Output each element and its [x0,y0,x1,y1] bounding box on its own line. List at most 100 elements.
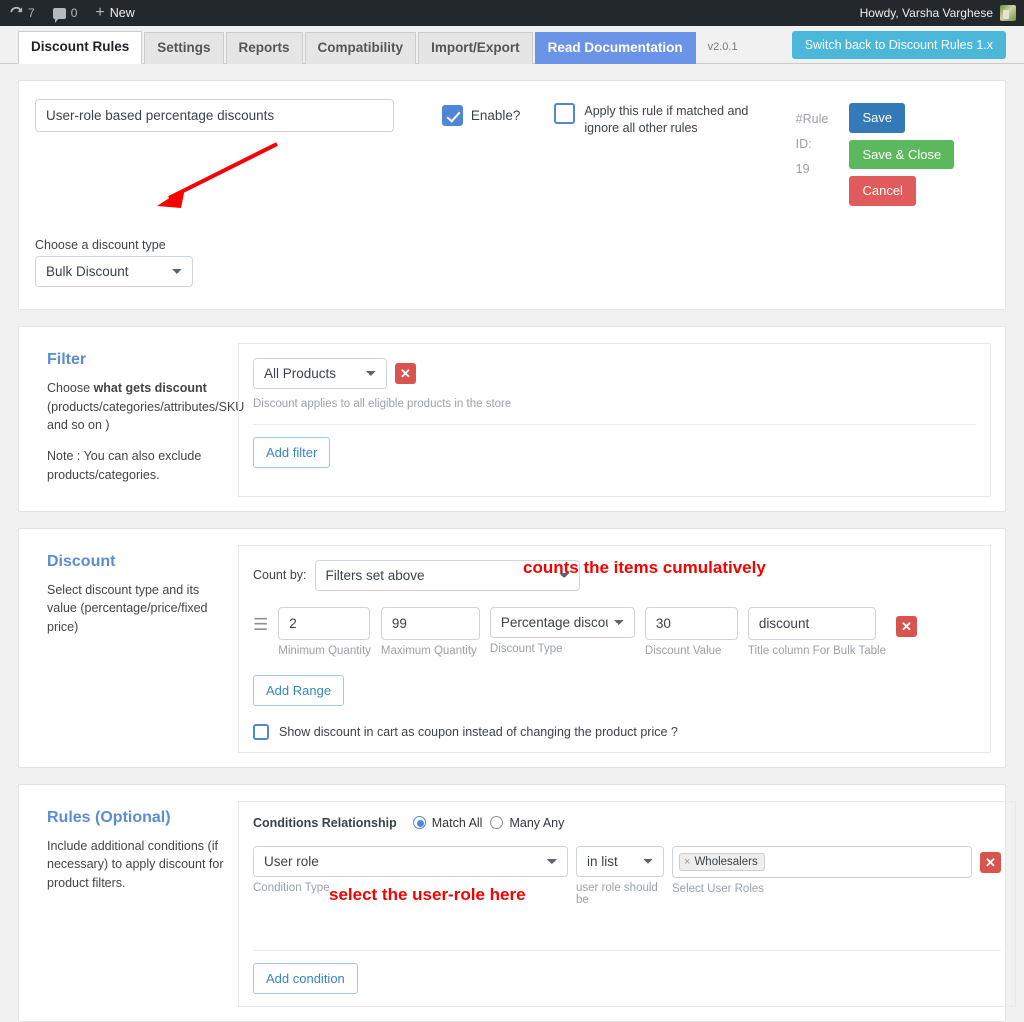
rules-divider [253,949,1001,951]
apply-rule-checkbox[interactable] [554,103,576,124]
condition-operator-select[interactable]: in list [576,845,664,877]
add-filter-button[interactable]: Add filter [253,436,331,468]
tab-discount-rules[interactable]: Discount Rules [18,30,143,64]
discount-title: Discount [47,552,116,570]
apply-rule-control: Apply this rule if matched and ignore al… [554,99,771,137]
match-all-label: Match All [431,815,483,830]
filter-type-select[interactable]: All Products [253,357,387,389]
save-button[interactable]: Save [849,103,906,133]
enable-control: Enable? [441,99,521,126]
cancel-button[interactable]: Cancel [849,176,916,206]
rule-header-row: Enable? Apply this rule if matched and i… [35,99,989,206]
show-as-coupon-checkbox[interactable] [253,723,269,740]
comment-icon [52,7,66,23]
min-qty-field: Minimum Quantity [278,606,371,657]
admin-bar-comments[interactable]: 0 [44,0,87,26]
discount-body: Count by: Filters set above counts the i… [238,544,991,753]
tab-reports[interactable]: Reports [225,31,303,64]
switch-back-button[interactable]: Switch back to Discount Rules 1.x [791,31,1006,59]
discount-type-label: Choose a discount type [35,237,166,252]
admin-bar-updates[interactable]: 7 [0,0,44,26]
user-roles-field: × Wholesalers Select User Roles [672,845,972,895]
rules-desc: Include additional conditions (if necess… [47,838,224,891]
discount-panel: Discount Select discount type and its va… [18,527,1006,768]
discount-info: Discount Select discount type and its va… [33,545,238,753]
coupon-option-row: Show discount in cart as coupon instead … [253,723,976,740]
avatar[interactable] [1000,5,1016,21]
rules-info: Rules (Optional) Include additional cond… [33,801,238,1007]
filter-divider [253,423,976,425]
condition-operator-label: user role should be [576,881,658,906]
title-column-input[interactable] [747,606,876,640]
title-column-label: Title column For Bulk Table [747,644,886,657]
tab-compatibility[interactable]: Compatibility [304,31,417,64]
admin-bar-right: Howdy, Varsha Varghese [860,5,1024,21]
rule-id-block: #Rule ID: 19 [796,99,844,182]
discount-type-field: Percentage discount Discount Type [489,606,635,655]
many-any-radio[interactable] [490,816,504,830]
filter-body: All Products ✕ Discount applies to all e… [238,342,991,497]
filter-desc-1: Choose what gets discount (products/cate… [47,379,244,435]
max-qty-input[interactable] [380,606,480,640]
filter-desc-part1: Choose [47,380,94,395]
user-roles-label: Select User Roles [672,882,765,895]
nav-tab-bar: Discount Rules Settings Reports Compatib… [0,26,1024,64]
discount-value-field: Discount Value [644,606,738,657]
wp-admin-bar: 7 0 + New Howdy, Varsha Varghese [0,0,1024,26]
admin-bar-left: 7 0 + New [0,0,144,26]
add-condition-button[interactable]: Add condition [253,962,358,994]
apply-rule-label: Apply this rule if matched and ignore al… [584,104,749,135]
discount-type-row-label: Discount Type [489,642,563,655]
user-roles-multiselect[interactable]: × Wholesalers [672,845,972,878]
tab-read-documentation[interactable]: Read Documentation [534,31,696,64]
remove-tag-icon[interactable]: × [684,856,690,868]
admin-bar-new[interactable]: + New [86,0,143,26]
add-range-wrap: Add Range [253,674,976,706]
min-qty-label: Minimum Quantity [278,644,371,657]
radio-many-any[interactable]: Many Any [490,816,564,830]
admin-bar-new-label: New [109,6,135,20]
discount-type-select[interactable]: Bulk Discount [35,255,193,287]
show-as-coupon-label: Show discount in cart as coupon instead … [279,724,678,739]
tab-settings[interactable]: Settings [144,31,224,64]
page-content: Enable? Apply this rule if matched and i… [0,80,1024,1022]
rules-panel: Rules (Optional) Include additional cond… [18,783,1016,1022]
comments-count: 0 [70,6,78,20]
save-and-close-button[interactable]: Save & Close [849,139,955,170]
filter-title: Filter [47,350,87,368]
add-range-button[interactable]: Add Range [253,674,345,706]
rules-title: Rules (Optional) [47,808,171,826]
rule-action-buttons: Save Save & Close Cancel [849,99,989,206]
updates-icon [9,6,23,20]
rule-name-input[interactable] [35,99,394,132]
user-role-tag[interactable]: × Wholesalers [679,852,765,871]
drag-handle-icon[interactable]: ☰ [253,607,268,633]
filter-row: All Products ✕ [253,357,976,389]
remove-range-button[interactable]: ✕ [895,615,917,637]
filter-panel: Filter Choose what gets discount (produc… [18,325,1006,512]
rules-body: Conditions Relationship Match All Many A… [238,800,1016,1007]
discount-type-block: Choose a discount type Bulk Discount [35,238,989,287]
condition-type-select[interactable]: User role [253,845,568,877]
remove-filter-button[interactable]: ✕ [395,362,416,384]
howdy-label[interactable]: Howdy, Varsha Varghese [860,6,993,20]
discount-value-input[interactable] [644,606,738,640]
filter-desc-bold: what gets discount [93,380,207,395]
discount-type-row-select[interactable]: Percentage discount [489,606,635,638]
user-role-tag-label: Wholesalers [694,855,758,868]
tab-import-export[interactable]: Import/Export [418,31,533,64]
remove-condition-button[interactable]: ✕ [980,851,1001,873]
min-qty-input[interactable] [278,606,371,640]
match-all-radio[interactable] [412,816,426,830]
discount-range-row: ☰ Minimum Quantity Maximum Quantity Perc… [253,606,976,657]
enable-label: Enable? [470,108,521,123]
filter-hint: Discount applies to all eligible product… [253,397,512,410]
updates-count: 7 [28,6,35,20]
plus-icon: + [95,4,105,21]
enable-checkbox[interactable] [441,105,463,126]
radio-match-all[interactable]: Match All [412,815,483,830]
count-by-label: Count by: [253,568,307,583]
discount-desc: Select discount type and its value (perc… [47,582,208,635]
rule-id-label: #Rule ID: [795,112,829,151]
conditions-relationship-row: Conditions Relationship Match All Many A… [253,816,1001,830]
